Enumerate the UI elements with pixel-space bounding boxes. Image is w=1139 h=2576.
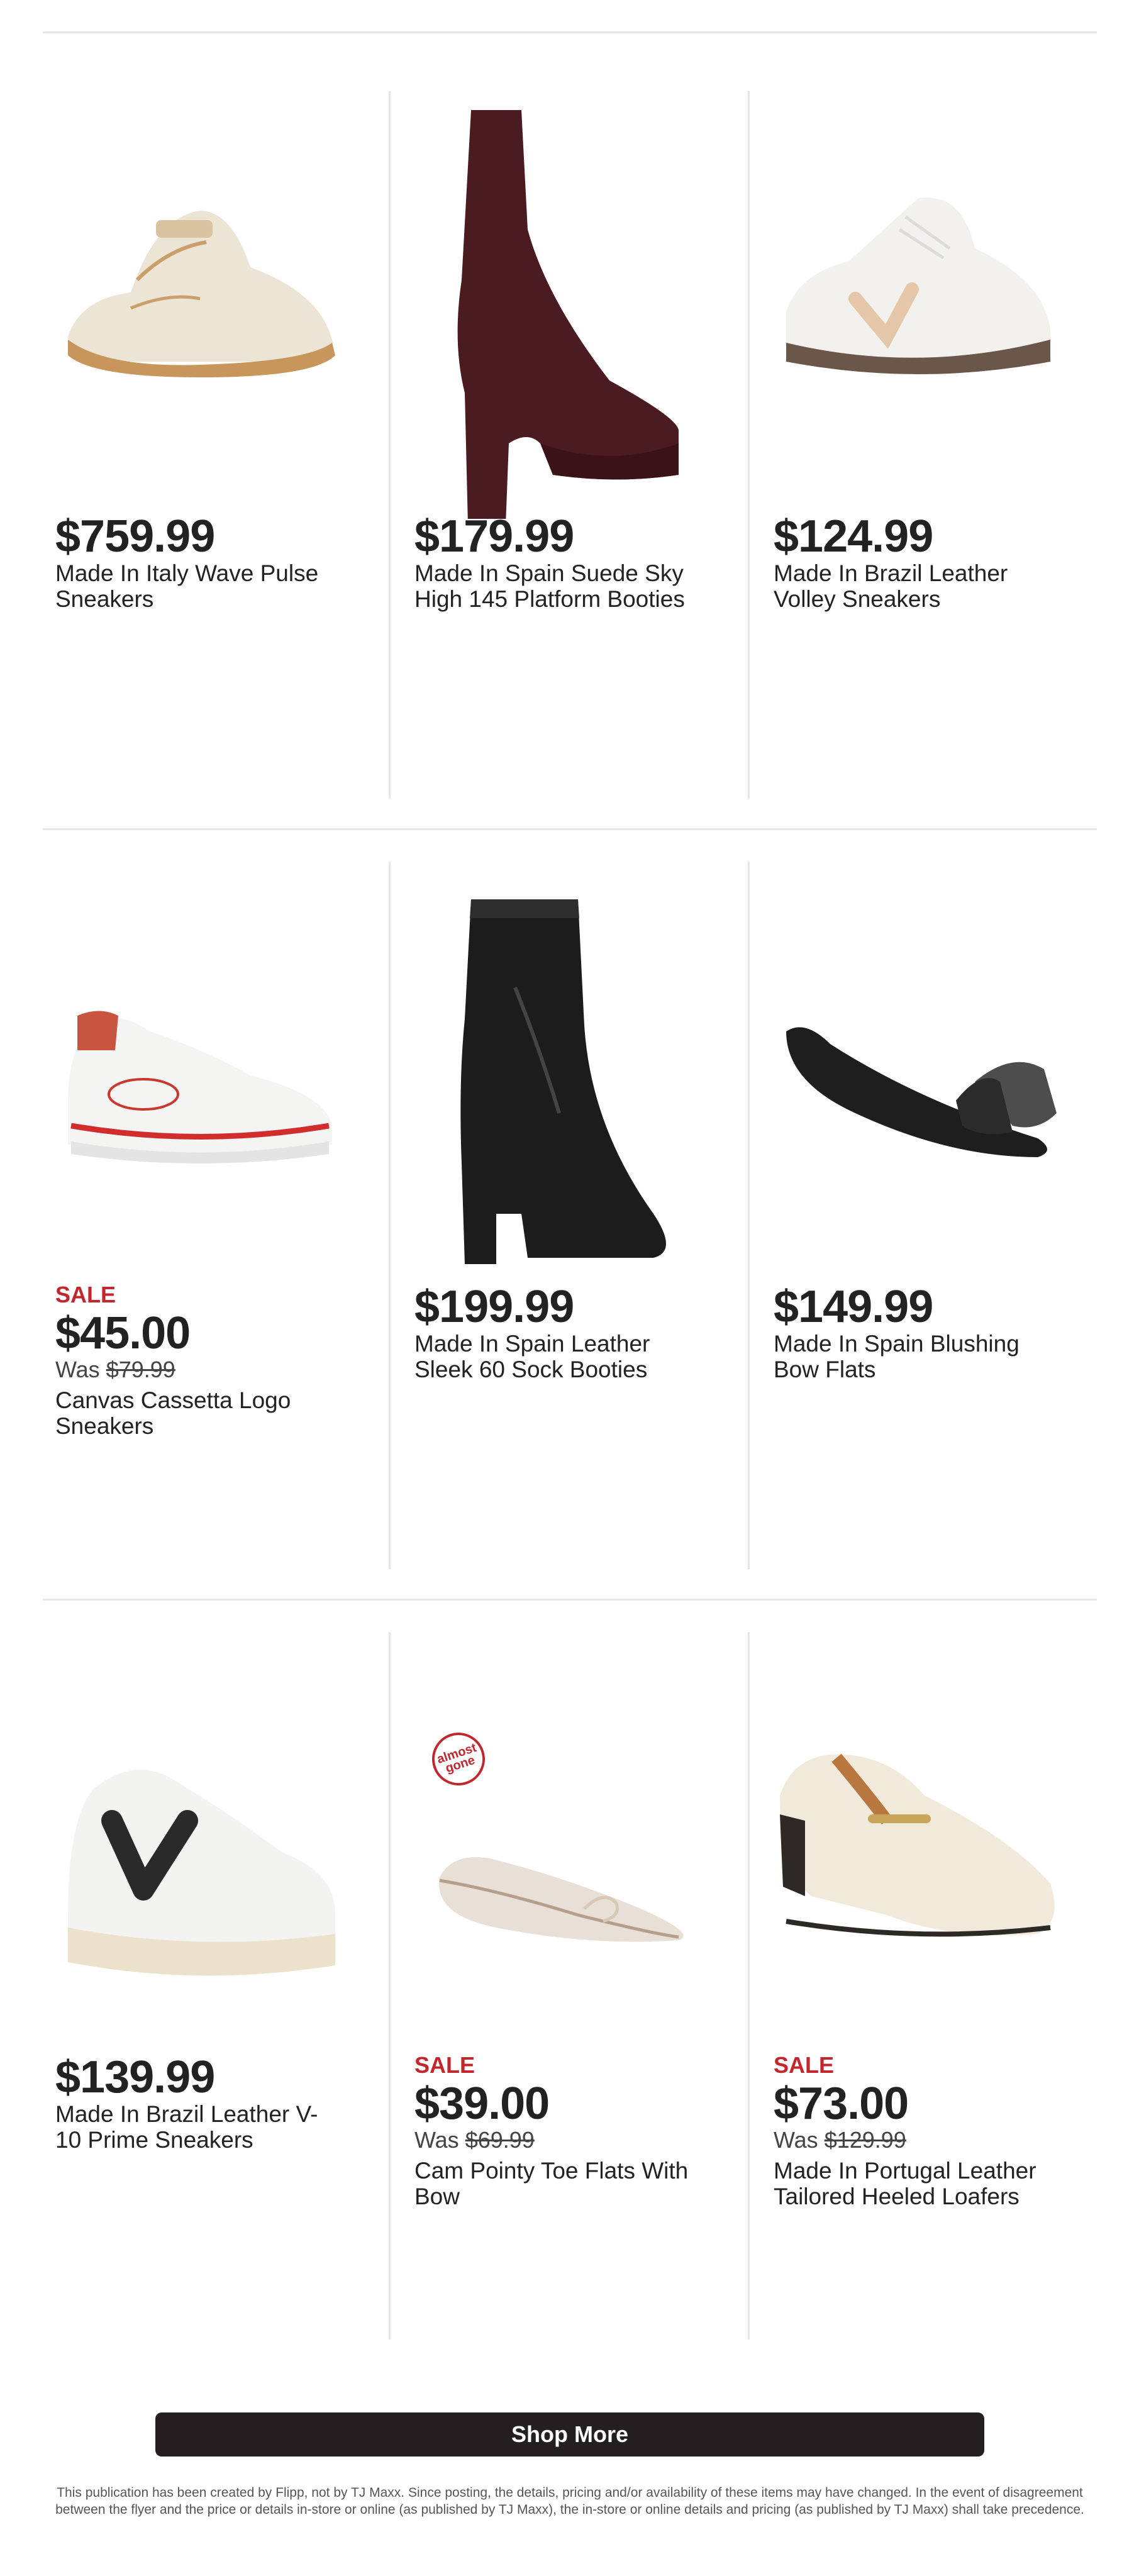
product-card[interactable]: $149.99 Made In Spain Blushing Bow Flats	[761, 862, 1057, 1541]
column-divider	[389, 91, 391, 799]
product-card[interactable]: $179.99 Made In Spain Suede Sky High 145…	[402, 91, 697, 770]
shop-more-button[interactable]: Shop More	[155, 2412, 984, 2457]
product-image	[43, 91, 338, 519]
product-price: $73.00	[774, 2079, 909, 2129]
column-divider	[389, 862, 391, 1569]
column-divider	[748, 91, 750, 799]
product-price: $179.99	[414, 511, 574, 562]
product-title: Made In Brazil Leather Volley Sneakers	[774, 560, 1008, 612]
product-price: $139.99	[55, 2052, 215, 2102]
product-price: $149.99	[774, 1282, 933, 1332]
product-title: Made In Brazil Leather V-10 Prime Sneake…	[55, 2101, 318, 2153]
product-card[interactable]: almost gone SALE $39.00 Was $69.99 Cam P…	[402, 1632, 697, 2311]
product-title: Made In Italy Wave Pulse Sneakers	[55, 560, 319, 612]
was-price: Was $79.99	[55, 1357, 175, 1382]
column-divider	[748, 1632, 750, 2340]
sale-label: SALE	[774, 2052, 835, 2078]
product-card[interactable]: $199.99 Made In Spain Leather Sleek 60 S…	[402, 862, 697, 1541]
product-image	[402, 91, 697, 519]
column-divider	[389, 1632, 391, 2340]
product-image: almost gone	[402, 1632, 697, 2060]
product-card[interactable]: $139.99 Made In Brazil Leather V-10 Prim…	[43, 1632, 338, 2311]
product-image	[761, 862, 1057, 1289]
row-divider	[43, 828, 1097, 830]
product-card[interactable]: $759.99 Made In Italy Wave Pulse Sneaker…	[43, 91, 338, 770]
product-title: Made In Spain Suede Sky High 145 Platfor…	[414, 560, 685, 612]
product-price: $45.00	[55, 1308, 191, 1358]
product-title: Cam Pointy Toe Flats With Bow	[414, 2158, 689, 2209]
was-price: Was $69.99	[414, 2127, 535, 2153]
product-price: $39.00	[414, 2079, 550, 2129]
product-price: $199.99	[414, 1282, 574, 1332]
product-card[interactable]: SALE $73.00 Was $129.99 Made In Portugal…	[761, 1632, 1057, 2311]
product-image	[402, 862, 697, 1289]
product-card[interactable]: SALE $45.00 Was $79.99 Canvas Cassetta L…	[43, 862, 338, 1541]
was-price: Was $129.99	[774, 2127, 906, 2153]
product-card[interactable]: $124.99 Made In Brazil Leather Volley Sn…	[761, 91, 1057, 770]
disclaimer: This publication has been created by Fli…	[55, 2485, 1084, 2517]
sale-label: SALE	[414, 2052, 475, 2078]
product-title: Canvas Cassetta Logo Sneakers	[55, 1387, 291, 1439]
product-image	[761, 91, 1057, 519]
product-title: Made In Portugal Leather Tailored Heeled…	[774, 2158, 1036, 2209]
product-price: $759.99	[55, 511, 215, 562]
product-title: Made In Spain Leather Sleek 60 Sock Boot…	[414, 1331, 650, 1382]
sale-label: SALE	[55, 1282, 116, 1307]
product-image	[761, 1632, 1057, 2060]
product-image	[43, 862, 338, 1289]
product-price: $124.99	[774, 511, 933, 562]
product-image	[43, 1632, 338, 2060]
product-title: Made In Spain Blushing Bow Flats	[774, 1331, 1020, 1382]
row-divider	[43, 31, 1097, 33]
row-divider	[43, 1599, 1097, 1601]
column-divider	[748, 862, 750, 1569]
